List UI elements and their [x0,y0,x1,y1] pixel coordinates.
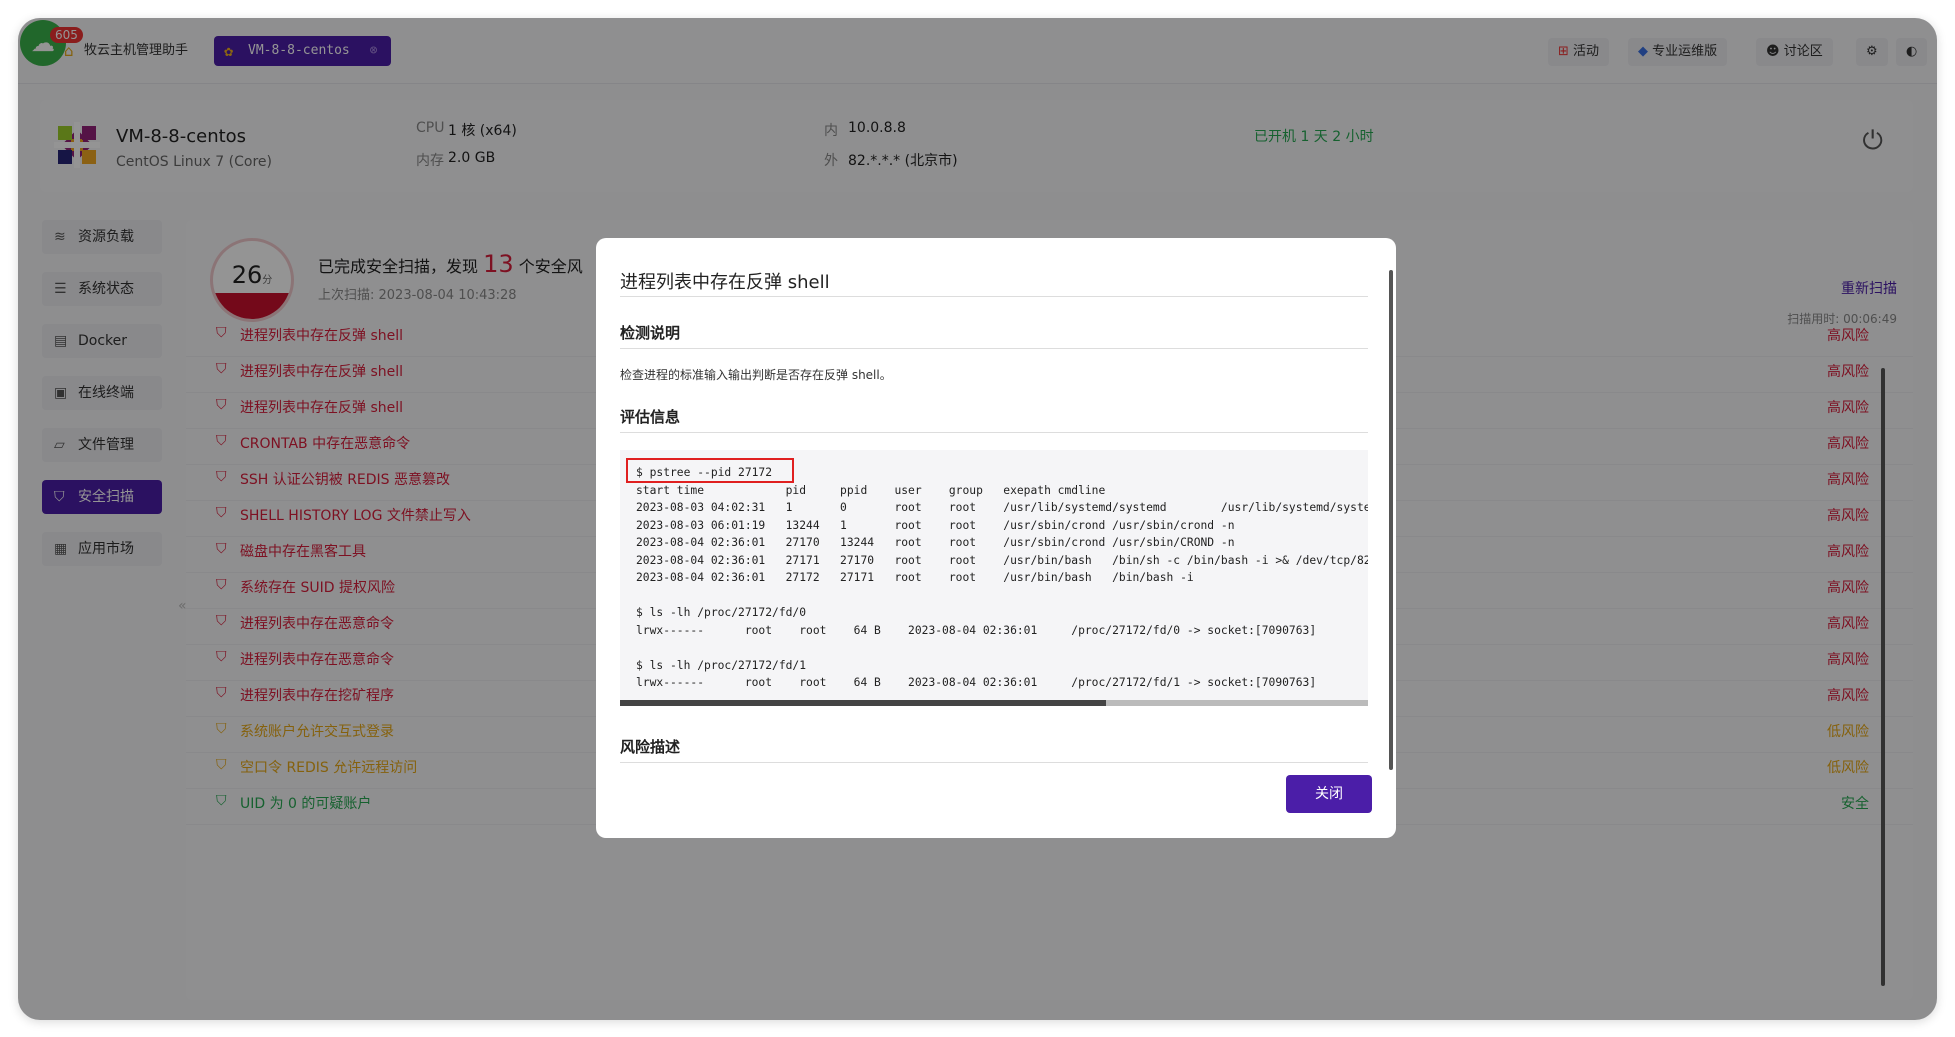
highlight-box [626,458,794,483]
detect-section-title: 检测说明 [620,324,681,342]
eval-code-text: $ pstree --pid 27172 start time pid ppid… [636,466,1368,689]
divider [620,432,1368,433]
detect-description: 检查进程的标准输入输出判断是否存在反弹 shell。 [620,368,892,382]
divider [620,296,1368,297]
app-window: ☁ 605 ⌂ 牧云主机管理助手 ✿ VM-8-8-centos ⊗ ⊞ 活动 … [18,18,1937,1020]
divider [620,762,1368,763]
modal-scrollbar[interactable] [1389,270,1393,770]
code-scrollbar[interactable] [620,700,1106,706]
eval-section-title: 评估信息 [620,408,681,426]
close-button[interactable]: 关闭 [1286,775,1372,813]
risk-section-title: 风险描述 [620,738,681,756]
risk-detail-modal: 进程列表中存在反弹 shell 检测说明 检查进程的标准输入输出判断是否存在反弹… [596,238,1396,838]
divider [620,348,1368,349]
modal-title: 进程列表中存在反弹 shell [620,272,830,293]
eval-code-block[interactable]: $ pstree --pid 27172 start time pid ppid… [620,450,1368,706]
